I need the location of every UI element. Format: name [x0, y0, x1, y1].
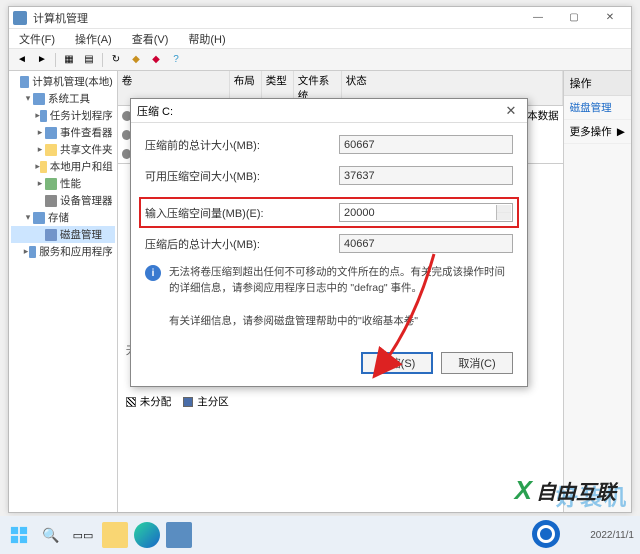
row-total-after: 压缩后的总计大小(MB): 40667 [145, 234, 513, 253]
system-tray[interactable]: 2022/11/1 [590, 530, 634, 541]
dialog-title: 压缩 C: [137, 103, 501, 119]
tool-icon[interactable]: ◆ [147, 51, 165, 69]
taskview-icon[interactable]: ▭▭ [70, 522, 96, 548]
tree-local-users[interactable]: ▸本地用户和组 [11, 158, 115, 175]
dialog-close-button[interactable]: ✕ [501, 103, 521, 119]
search-icon[interactable]: 🔍 [38, 522, 64, 548]
titlebar: 计算机管理 — ▢ ✕ [9, 7, 631, 29]
dialog-buttons: 压缩(S) 取消(C) [145, 348, 513, 374]
tree-device-manager[interactable]: 设备管理器 [11, 192, 115, 209]
close-button[interactable]: ✕ [593, 9, 627, 27]
tree-disk-mgmt[interactable]: 磁盘管理 [11, 226, 115, 243]
back-icon[interactable]: ◄ [13, 51, 31, 69]
tool-icon[interactable]: ▦ [60, 51, 78, 69]
tree-services[interactable]: ▸服务和应用程序 [11, 243, 115, 260]
nav-tree: 计算机管理(本地) ▾系统工具 ▸任务计划程序 ▸事件查看器 ▸共享文件夹 ▸本… [9, 71, 118, 512]
tree-performance[interactable]: ▸性能 [11, 175, 115, 192]
actions-pane: 操作 磁盘管理 更多操作 ▶ [563, 71, 631, 512]
chevron-right-icon: ▶ [617, 126, 625, 138]
window-title: 计算机管理 [33, 10, 521, 26]
menu-file[interactable]: 文件(F) [13, 29, 61, 49]
refresh-icon[interactable]: ↻ [107, 51, 125, 69]
hint-text: 有关详细信息，请参阅磁盘管理帮助中的"收缩基本卷" [169, 313, 513, 328]
start-button[interactable] [6, 522, 32, 548]
legend-unallocated: 未分配 [126, 394, 172, 409]
window-controls: — ▢ ✕ [521, 9, 627, 27]
row-total-before: 压缩前的总计大小(MB): 60667 [145, 135, 513, 154]
legend-primary: 主分区 [183, 394, 229, 409]
available-value: 37637 [339, 166, 513, 185]
clock: 2022/11/1 [590, 530, 634, 541]
help-icon[interactable]: ? [167, 51, 185, 69]
tree-sys-tools[interactable]: ▾系统工具 [11, 90, 115, 107]
shrink-dialog: 压缩 C: ✕ 压缩前的总计大小(MB): 60667 可用压缩空间大小(MB)… [130, 98, 528, 387]
actions-header: 操作 [564, 71, 631, 96]
tree-event-viewer[interactable]: ▸事件查看器 [11, 124, 115, 141]
legend: 未分配 主分区 [126, 394, 555, 409]
shrink-button[interactable]: 压缩(S) [361, 352, 433, 374]
shrink-amount-input[interactable]: 20000 [339, 203, 513, 222]
app-icon[interactable] [166, 522, 192, 548]
menubar: 文件(F) 操作(A) 查看(V) 帮助(H) [9, 29, 631, 49]
total-before-value: 60667 [339, 135, 513, 154]
row-shrink-amount: 输入压缩空间量(MB)(E): 20000 [139, 197, 519, 228]
tree-shared-folders[interactable]: ▸共享文件夹 [11, 141, 115, 158]
app-icon [13, 11, 27, 25]
minimize-button[interactable]: — [521, 9, 555, 27]
info-icon: i [145, 265, 161, 281]
info-message: i 无法将卷压缩到超出任何不可移动的文件所在的点。有关完成该操作时间的详细信息，… [145, 265, 513, 297]
tree-storage[interactable]: ▾存储 [11, 209, 115, 226]
dialog-titlebar: 压缩 C: ✕ [131, 99, 527, 123]
tree-task-scheduler[interactable]: ▸任务计划程序 [11, 107, 115, 124]
tree-root[interactable]: 计算机管理(本地) [11, 73, 115, 90]
maximize-button[interactable]: ▢ [557, 9, 591, 27]
toolbar: ◄ ► ▦ ▤ ↻ ◆ ◆ ? [9, 49, 631, 71]
tool-icon[interactable]: ▤ [80, 51, 98, 69]
menu-help[interactable]: 帮助(H) [182, 29, 231, 49]
actions-more[interactable]: 更多操作 ▶ [564, 120, 631, 144]
row-available: 可用压缩空间大小(MB): 37637 [145, 166, 513, 185]
watermark-badge [532, 520, 560, 548]
total-after-value: 40667 [339, 234, 513, 253]
menu-view[interactable]: 查看(V) [126, 29, 175, 49]
tool-icon[interactable]: ◆ [127, 51, 145, 69]
actions-title: 磁盘管理 [564, 96, 631, 120]
menu-action[interactable]: 操作(A) [69, 29, 118, 49]
cancel-button[interactable]: 取消(C) [441, 352, 513, 374]
forward-icon[interactable]: ► [33, 51, 51, 69]
explorer-icon[interactable] [102, 522, 128, 548]
edge-icon[interactable] [134, 522, 160, 548]
